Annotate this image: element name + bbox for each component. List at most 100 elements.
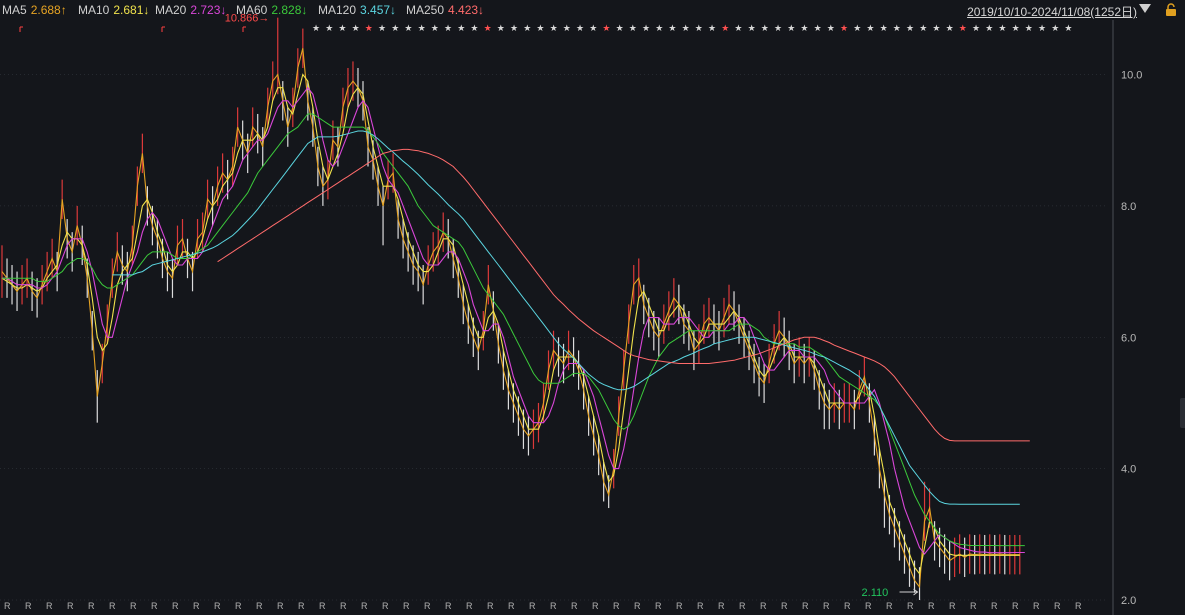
event-star-icon: ★: [642, 23, 650, 33]
rights-marker-icon: R: [445, 601, 452, 611]
rights-marker-icon: R: [907, 601, 914, 611]
rights-marker-icon: R: [382, 601, 389, 611]
rights-marker-icon: R: [193, 601, 200, 611]
event-star-icon: ★: [352, 23, 360, 33]
rights-marker-icon: R: [88, 601, 95, 611]
event-star-icon: ★: [365, 23, 373, 33]
event-star-icon: ★: [391, 23, 399, 33]
rights-marker-icon: R: [277, 601, 284, 611]
event-star-icon: ★: [668, 23, 676, 33]
event-star-icon: ★: [655, 23, 663, 33]
event-star-icon: ★: [312, 23, 320, 33]
rights-marker-icon: R: [487, 601, 494, 611]
event-star-icon: ★: [998, 23, 1006, 33]
event-star-icon: ★: [497, 23, 505, 33]
rights-marker-icon: R: [424, 601, 431, 611]
rights-marker-icon: R: [1054, 601, 1061, 611]
event-star-icon: ★: [972, 23, 980, 33]
annotations: 10.866→ 2.110 ★ ★ ★ ★ ★ ★ ★ ★ ★ ★ ★ ★ ★ ★ ★ ★ ★ ★ ★ ★ ★ ★ ★ ★ ★ ★…: [4, 13, 1082, 611]
event-star-icon: ★: [814, 23, 822, 33]
rights-marker-icon: R: [676, 601, 683, 611]
event-star-icon: ★: [444, 23, 452, 33]
event-flag-icon: [242, 26, 246, 32]
rights-marker-icon: R: [970, 601, 977, 611]
rights-marker-icon: R: [403, 601, 410, 611]
rights-marker-icon: R: [130, 601, 137, 611]
event-star-icon: ★: [536, 23, 544, 33]
rights-marker-icon: R: [319, 601, 326, 611]
rights-marker-icon: R: [508, 601, 515, 611]
event-star-icon: ★: [1038, 23, 1046, 33]
event-star-icon: ★: [734, 23, 742, 33]
event-star-icon: ★: [840, 23, 848, 33]
event-star-icon: ★: [959, 23, 967, 33]
event-star-icon: ★: [695, 23, 703, 33]
moving-average-lines: [1, 48, 1030, 589]
rights-marker-icon: R: [655, 601, 662, 611]
event-star-icon: ★: [325, 23, 333, 33]
event-star-icon: ★: [748, 23, 756, 33]
ma120-line: [112, 130, 1020, 505]
rights-marker-icon: R: [781, 601, 788, 611]
event-star-icon: ★: [800, 23, 808, 33]
rights-marker-icon: R: [46, 601, 53, 611]
event-star-icon: ★: [1064, 23, 1072, 33]
max-price-label: 10.866→: [225, 13, 270, 25]
ma250-line: [217, 148, 1030, 442]
event-star-icon: ★: [708, 23, 716, 33]
event-star-icon: ★: [1012, 23, 1020, 33]
rights-marker-icon: R: [529, 601, 536, 611]
event-star-icon: ★: [510, 23, 518, 33]
rights-marker-icon: R: [760, 601, 767, 611]
rights-marker-icon: R: [739, 601, 746, 611]
event-star-icon: ★: [866, 23, 874, 33]
event-star-icon: ★: [880, 23, 888, 33]
price-chart: 2.0 4.0 6.0 8.0 10.0 10.866→ 2.110 ★ ★ ★ ★ ★ ★ ★ ★ ★…: [0, 13, 1142, 615]
event-star-icon: ★: [378, 23, 386, 33]
rights-marker-icon: R: [151, 601, 158, 611]
rights-marker-icon: R: [697, 601, 704, 611]
rights-marker-icon: R: [67, 601, 74, 611]
ma60-line: [2, 113, 1025, 547]
rights-marker-icon: R: [928, 601, 935, 611]
event-star-icon: ★: [721, 23, 729, 33]
event-star-icon: ★: [893, 23, 901, 33]
rights-marker-icon: R: [298, 601, 305, 611]
rights-marker-icon: R: [949, 601, 956, 611]
rights-marker-icon: R: [844, 601, 851, 611]
rights-marker-icon: R: [802, 601, 809, 611]
event-star-icon: ★: [774, 23, 782, 33]
side-panel-handle[interactable]: [1180, 398, 1185, 428]
y-tick-label: 2.0: [1121, 595, 1136, 607]
event-star-icon: ★: [946, 23, 954, 33]
event-star-icon: ★: [932, 23, 940, 33]
event-star-icon: ★: [589, 23, 597, 33]
event-star-icon: ★: [602, 23, 610, 33]
y-tick-label: 4.0: [1121, 464, 1136, 476]
rights-marker-icon: R: [214, 601, 221, 611]
event-flag-icon: [19, 26, 23, 32]
rights-marker-icon: R: [172, 601, 179, 611]
event-star-icon: ★: [616, 23, 624, 33]
event-star-icon: ★: [761, 23, 769, 33]
price-bars: [1, 17, 1021, 600]
rights-marker-icon: R: [865, 601, 872, 611]
event-star-icon: ★: [919, 23, 927, 33]
rights-marker-icon: R: [634, 601, 641, 611]
rights-marker-icon: R: [361, 601, 368, 611]
event-star-icon: ★: [404, 23, 412, 33]
rights-marker-icon: R: [550, 601, 557, 611]
event-star-icon: ★: [523, 23, 531, 33]
min-price-arrow: [899, 588, 919, 596]
event-star-icon: ★: [550, 23, 558, 33]
rights-marker-icon: R: [109, 601, 116, 611]
event-star-icon: ★: [576, 23, 584, 33]
event-star-icon: ★: [827, 23, 835, 33]
rights-marker-icon: R: [1033, 601, 1040, 611]
rights-marker-icon: R: [1012, 601, 1019, 611]
event-star-icon: ★: [457, 23, 465, 33]
y-tick-label: 8.0: [1121, 201, 1136, 213]
event-star-icon: ★: [853, 23, 861, 33]
ma20-line: [2, 86, 1025, 555]
rights-marker-icon: R: [1075, 601, 1082, 611]
